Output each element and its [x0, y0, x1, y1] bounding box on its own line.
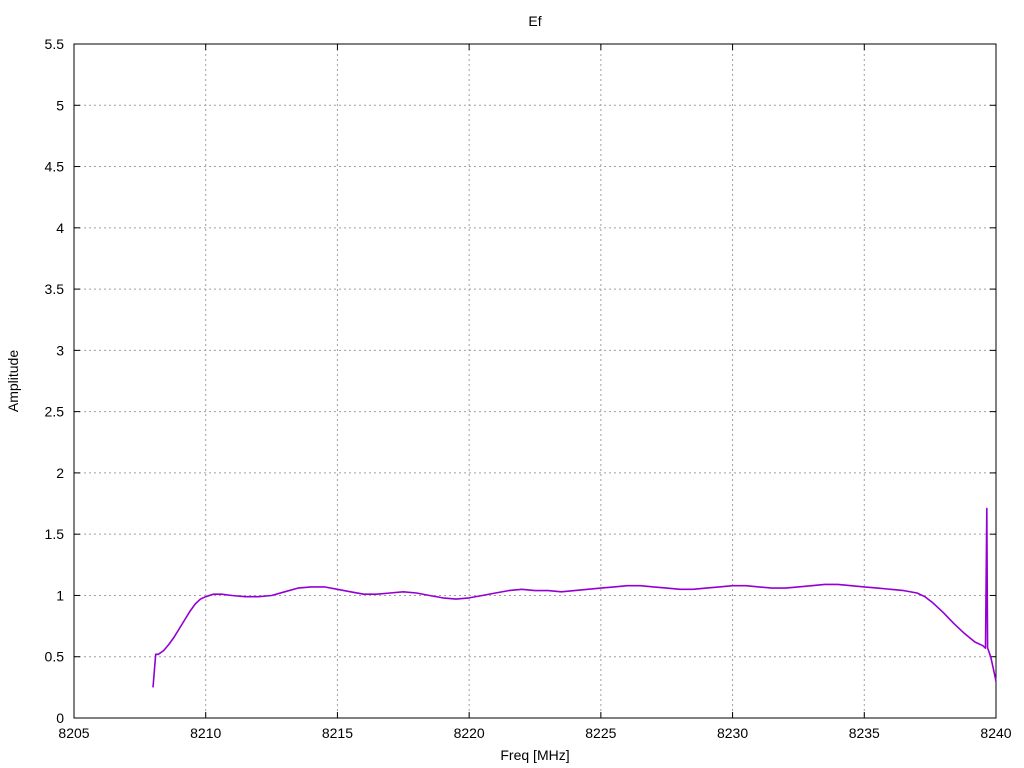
x-tick-label: 8210: [190, 725, 221, 741]
y-tick-label: 5: [56, 97, 64, 113]
x-tick-label: 8235: [849, 725, 880, 741]
x-tick-label: 8240: [980, 725, 1011, 741]
y-tick-label: 4: [56, 220, 64, 236]
x-tick-label: 8225: [585, 725, 616, 741]
y-tick-label: 0: [56, 710, 64, 726]
series-line: [152, 507, 997, 688]
x-tick-label: 8220: [454, 725, 485, 741]
y-tick-label: 2.5: [45, 404, 65, 420]
plot-frame: [73, 43, 997, 719]
y-tick-label: 3: [56, 342, 64, 358]
y-tick-label: 0.5: [45, 649, 65, 665]
chart: 8205 8210 8215 8220 8225 8230 8235 8240 0 0.5 1 1.5…: [5, 13, 1012, 763]
series-layer: [152, 507, 997, 688]
y-tick-label: 3.5: [45, 281, 65, 297]
x-axis-label: Freq [MHz]: [500, 747, 569, 763]
x-tick-label: 8215: [322, 725, 353, 741]
grid: [74, 44, 996, 718]
y-axis-label: Amplitude: [5, 350, 21, 412]
chart-title: Ef: [528, 13, 541, 29]
ticks: 8205 8210 8215 8220 8225 8230 8235 8240 0 0.5 1 1.5…: [45, 36, 1012, 741]
y-tick-label: 2: [56, 465, 64, 481]
y-tick-label: 5.5: [45, 36, 65, 52]
x-tick-label: 8230: [717, 725, 748, 741]
y-tick-label: 4.5: [45, 159, 65, 175]
y-tick-label: 1: [56, 587, 64, 603]
x-tick-label: 8205: [58, 725, 89, 741]
y-tick-label: 1.5: [45, 526, 65, 542]
